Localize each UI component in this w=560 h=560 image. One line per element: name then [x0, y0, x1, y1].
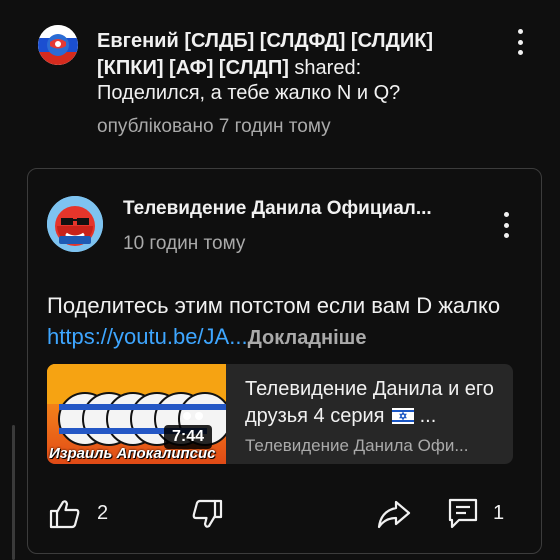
video-thumbnail[interactable]: Израиль Апокалипсис	[47, 364, 226, 464]
original-post-text: Поделитесь этим потстом если вам D жалко…	[47, 290, 507, 354]
comment-button[interactable]	[447, 497, 479, 531]
sharer-name[interactable]: Евгений [СЛДБ] [СЛДФД] [СЛДИК] [КПКИ] [А…	[97, 30, 433, 79]
video-title-ellipsis: ...	[419, 405, 437, 427]
share-comment-text: Поделился, а тебе жалко N и Q?	[97, 82, 401, 104]
original-timestamp: 10 годин тому	[123, 233, 246, 254]
like-button[interactable]	[48, 497, 82, 531]
share-header: Евгений [СЛДБ] [СЛДФД] [СЛДИК] [КПКИ] [А…	[97, 28, 477, 82]
video-duration-badge: 7:44	[164, 425, 212, 449]
thumb-down-icon	[192, 499, 223, 528]
read-more-link[interactable]: Докладніше	[248, 327, 367, 349]
share-arrow-icon	[377, 500, 411, 529]
share-button[interactable]	[376, 499, 412, 529]
comment-count: 1	[493, 502, 505, 524]
video-channel-name: Телевидение Данила Офи...	[245, 436, 469, 455]
more-vert-icon[interactable]	[494, 210, 518, 240]
share-verb: shared:	[294, 57, 362, 79]
video-title[interactable]: Телевидение Данила и его друзья 4 серия …	[245, 376, 497, 432]
sharer-avatar[interactable]	[38, 25, 78, 65]
original-author-name[interactable]: Телевидение Данила Официал...	[123, 198, 468, 220]
post-text: Поделитесь этим потстом если вам D жалко	[47, 293, 501, 318]
share-timestamp: опубліковано 7 годин тому	[97, 116, 331, 137]
video-title-text: Телевидение Данила и его друзья 4 серия	[245, 378, 494, 427]
video-embed[interactable]: Израиль Апокалипсис Телевидение Данила и…	[47, 364, 513, 464]
more-vert-icon[interactable]	[508, 27, 532, 57]
thumb-up-icon	[49, 500, 80, 529]
channel-avatar[interactable]	[47, 196, 103, 252]
dislike-button[interactable]	[190, 497, 224, 531]
post-link[interactable]: https://youtu.be/JA...	[47, 324, 248, 349]
like-count: 2	[97, 502, 109, 524]
israel-flag-icon	[392, 405, 415, 432]
scroll-indicator[interactable]	[12, 425, 15, 560]
comment-icon	[448, 498, 478, 529]
